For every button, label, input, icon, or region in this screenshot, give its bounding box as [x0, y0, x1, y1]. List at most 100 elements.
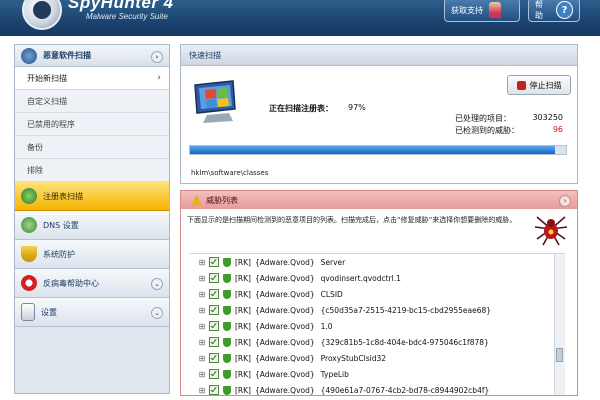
- threat-row[interactable]: ⊞ [RK] {Adware.Qvod} 1.0: [189, 318, 565, 334]
- threat-category: {Adware.Qvod}: [254, 353, 315, 363]
- threat-row[interactable]: ⊞ [RK] {Adware.Qvod} TypeLib: [189, 366, 565, 382]
- sidebar: 恶意软件扫描 › 开始新扫描 › 自定义扫描 已禁用的程序 备份 排除 注册表扫…: [14, 44, 170, 394]
- chevron-right-icon[interactable]: ›: [151, 51, 163, 63]
- medical-cross-icon: [21, 275, 37, 291]
- sidebar-section-malware-scan[interactable]: 恶意软件扫描 ›: [15, 45, 169, 67]
- scrollbar-thumb[interactable]: [556, 348, 563, 362]
- threat-tag: [RK]: [235, 273, 251, 283]
- threat-checkbox[interactable]: [209, 289, 219, 299]
- warning-icon: [191, 194, 202, 206]
- threat-checkbox[interactable]: [209, 337, 219, 347]
- threat-row[interactable]: ⊞ [RK] {Adware.Qvod} qvodinsert.qvodctrl.1: [189, 270, 565, 286]
- chevron-right-icon[interactable]: ›: [559, 195, 571, 207]
- threat-row[interactable]: ⊞ [RK] {Adware.Qvod} {490e61a7-0767-4cb2-bd…: [189, 382, 565, 395]
- shield-icon: [223, 321, 231, 331]
- expand-plus-icon[interactable]: ⊞: [195, 370, 209, 379]
- scan-progress-fill: [190, 146, 555, 154]
- threat-results-header: 威胁列表 ›: [181, 191, 577, 209]
- expand-plus-icon[interactable]: ⊞: [195, 338, 209, 347]
- sidebar-item-system-guard[interactable]: 系统防护: [15, 240, 169, 269]
- expand-plus-icon[interactable]: ⊞: [195, 258, 209, 267]
- sidebar-subitem-label: 已禁用的程序: [27, 119, 75, 129]
- threat-category: {Adware.Qvod}: [254, 385, 315, 395]
- sidebar-item-dns-settings[interactable]: DNS 设置: [15, 211, 169, 240]
- stop-scan-button[interactable]: 停止扫描: [507, 75, 571, 95]
- shield-icon: [223, 369, 231, 379]
- scan-progress-bar: [189, 145, 567, 155]
- threat-row[interactable]: ⊞ [RK] {Adware.Qvod} CLSID: [189, 286, 565, 302]
- threat-value: CLSID: [320, 289, 343, 299]
- threat-value: Server: [320, 257, 346, 267]
- threat-checkbox[interactable]: [209, 369, 219, 379]
- threat-list: ⊞ [RK] {Adware.Qvod} Server ⊞ [RK] {Adware.Qvo…: [189, 253, 565, 395]
- threat-list-scrollbar[interactable]: [554, 254, 565, 395]
- detected-threats-label: 已检测到的威胁：: [455, 126, 519, 135]
- sidebar-subitem-backup[interactable]: 备份: [15, 136, 169, 159]
- threat-value: 1.0: [320, 321, 333, 331]
- title-bar: SpyHunter 4 Malware Security Suite 获取支持 …: [0, 0, 600, 36]
- sidebar-item-registry-scan[interactable]: 注册表扫描: [15, 182, 169, 211]
- sidebar-item-label: 设置: [41, 307, 57, 317]
- threat-tag: [RK]: [235, 337, 251, 347]
- stop-icon: [516, 80, 526, 90]
- scan-panel: 快速扫描 正在扫描注册表： 97% 停止扫描 已处理的项目： 303250 已检…: [180, 44, 578, 184]
- threat-row[interactable]: ⊞ [RK] {Adware.Qvod} {329c81b5-1c8d-404e-bd…: [189, 334, 565, 350]
- threat-category: {Adware.Qvod}: [254, 289, 315, 299]
- threat-checkbox[interactable]: [209, 305, 219, 315]
- shield-icon: [223, 353, 231, 363]
- threat-checkbox[interactable]: [209, 385, 219, 395]
- stop-scan-label: 停止扫描: [529, 80, 562, 90]
- threat-row[interactable]: ⊞ [RK] {Adware.Qvod} Server: [189, 254, 565, 270]
- threat-tag: [RK]: [235, 369, 251, 379]
- threat-row[interactable]: ⊞ [RK] {Adware.Qvod} ProxyStubClsid32: [189, 350, 565, 366]
- expand-plus-icon[interactable]: ⊞: [195, 354, 209, 363]
- register-label: 获取支持: [451, 5, 483, 15]
- support-person-icon: [489, 2, 501, 18]
- globe-icon: [21, 188, 37, 204]
- scan-panel-title: 快速扫描: [181, 45, 577, 66]
- shield-icon: [223, 257, 231, 267]
- sidebar-subitem-disabled-programs[interactable]: 已禁用的程序: [15, 113, 169, 136]
- threat-tag: [RK]: [235, 289, 251, 299]
- threat-checkbox[interactable]: [209, 273, 219, 283]
- threat-checkbox[interactable]: [209, 353, 219, 363]
- arrow-right-icon: ›: [157, 73, 161, 83]
- shield-icon: [223, 289, 231, 299]
- register-button[interactable]: 获取支持: [444, 0, 520, 22]
- sidebar-item-label: 系统防护: [43, 249, 75, 259]
- scan-percent: 97%: [348, 103, 366, 112]
- processed-items-value: 303250: [532, 113, 563, 122]
- sidebar-item-settings[interactable]: 设置 ⌄: [15, 298, 169, 327]
- settings-icon: [21, 303, 35, 321]
- threat-value: ProxyStubClsid32: [320, 353, 387, 363]
- expand-plus-icon[interactable]: ⊞: [195, 306, 209, 315]
- sidebar-item-help-center[interactable]: 反病毒帮助中心 ⌄: [15, 269, 169, 298]
- chevron-down-icon[interactable]: ⌄: [151, 307, 163, 319]
- threat-category: {Adware.Qvod}: [254, 273, 315, 283]
- expand-plus-icon[interactable]: ⊞: [195, 274, 209, 283]
- sidebar-subitem-custom-scan[interactable]: 自定义扫描: [15, 90, 169, 113]
- threat-tag: [RK]: [235, 353, 251, 363]
- threat-results-title: 威胁列表: [206, 195, 238, 205]
- threat-results-description: 下面显示的是扫描期间检测到的恶意项目的列表。扫描完成后，点击“修复威胁”来选择你…: [187, 216, 517, 224]
- threat-row[interactable]: ⊞ [RK] {Adware.Qvod} {c50d35a7-2515-4219-bc…: [189, 302, 565, 318]
- question-mark-icon: ?: [556, 1, 573, 19]
- expand-plus-icon[interactable]: ⊞: [195, 290, 209, 299]
- sidebar-subitem-label: 开始新扫描: [27, 73, 67, 83]
- expand-plus-icon[interactable]: ⊞: [195, 322, 209, 331]
- help-button[interactable]: 帮助 ?: [528, 0, 580, 22]
- threat-checkbox[interactable]: [209, 321, 219, 331]
- threat-category: {Adware.Qvod}: [254, 305, 315, 315]
- sidebar-subitem-exclusions[interactable]: 排除: [15, 159, 169, 182]
- threat-tag: [RK]: [235, 321, 251, 331]
- sidebar-subitem-new-scan[interactable]: 开始新扫描 ›: [15, 67, 169, 90]
- shield-icon: [223, 385, 231, 395]
- processed-items-label: 已处理的项目：: [455, 114, 511, 123]
- scan-icon: [21, 47, 37, 64]
- threat-results-panel: 威胁列表 › 下面显示的是扫描期间检测到的恶意项目的列表。扫描完成后，点击“修复…: [180, 190, 578, 396]
- expand-plus-icon[interactable]: ⊞: [195, 386, 209, 395]
- threat-tag: [RK]: [235, 305, 251, 315]
- threat-category: {Adware.Qvod}: [254, 369, 315, 379]
- threat-checkbox[interactable]: [209, 257, 219, 267]
- chevron-down-icon[interactable]: ⌄: [151, 278, 163, 290]
